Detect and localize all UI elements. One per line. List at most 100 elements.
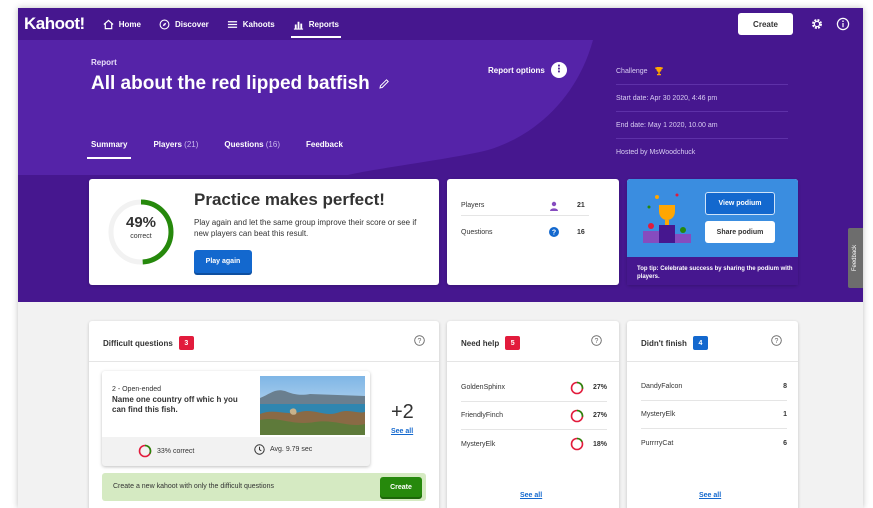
nav-reports-label: Reports: [308, 19, 339, 29]
question-avg-text: Avg. 9.79 sec: [270, 446, 313, 453]
list-item[interactable]: MysteryElk 1: [641, 401, 787, 429]
correct-ring-icon: [138, 444, 152, 458]
nav-kahoots-label: Kahoots: [242, 19, 275, 29]
share-podium-button[interactable]: Share podium: [705, 221, 775, 243]
tab-questions[interactable]: Questions (16): [224, 140, 280, 159]
players-stat: Players 21: [461, 196, 589, 216]
kahoot-logo[interactable]: Kahoot!: [24, 14, 85, 34]
tab-players[interactable]: Players (21): [153, 140, 198, 159]
questions-stat: Questions ? 16: [461, 222, 589, 242]
list-item[interactable]: PurrrryCat 6: [641, 429, 787, 457]
difficult-questions-card: Difficult questions 3 ? 2 - Open-ended N…: [89, 321, 439, 508]
player-score: 27%: [592, 412, 607, 419]
difficult-see-all-link[interactable]: See all: [391, 428, 413, 435]
difficult-count-badge: 3: [178, 336, 194, 350]
tab-feedback[interactable]: Feedback: [306, 140, 343, 159]
report-tabs: Summary Players (21) Questions (16) Feed…: [86, 140, 343, 159]
nav-reports[interactable]: Reports: [290, 8, 342, 40]
list-icon: [227, 20, 237, 28]
list-item[interactable]: MysteryElk 18%: [461, 430, 607, 458]
report-title[interactable]: All about the red lipped batfish: [91, 73, 390, 95]
stats-card: Players 21 Questions ? 16: [447, 179, 619, 285]
create-difficult-text: Create a new kahoot with only the diffic…: [113, 483, 274, 490]
card-divider: [447, 361, 619, 362]
nav-discover[interactable]: Discover: [159, 8, 209, 40]
person-icon: [550, 201, 558, 211]
challenge-label: Challenge: [616, 67, 648, 75]
card-divider: [627, 361, 798, 362]
score-ring-icon: [570, 381, 584, 395]
report-info-panel: Challenge Start date: Apr 30 2020, 4:46 …: [616, 58, 788, 166]
end-date: End date: May 1 2020, 10.00 am: [616, 112, 788, 139]
pencil-icon[interactable]: [378, 78, 390, 90]
report-options-label: Report options: [488, 65, 545, 75]
view-podium-button[interactable]: View podium: [705, 192, 775, 215]
tab-questions-count: (16): [265, 140, 280, 149]
create-button[interactable]: Create: [738, 13, 793, 35]
tab-questions-label: Questions: [224, 140, 264, 149]
top-navigation: Kahoot! Home Discover Kahoots Reports Cr…: [18, 8, 863, 40]
report-label: Report: [91, 58, 117, 67]
tab-players-label: Players: [153, 140, 182, 149]
tab-players-count: (21): [184, 140, 199, 149]
podium-card: View podium Share podium Top tip: Celebr…: [627, 179, 798, 285]
tab-feedback-label: Feedback: [306, 140, 343, 149]
question-correct-stat: 33% correct: [138, 444, 194, 458]
nav-home-label: Home: [118, 19, 141, 29]
help-circle-icon[interactable]: ?: [414, 335, 425, 346]
didnt-finish-count-badge: 4: [692, 336, 708, 350]
questions-stat-value: 16: [577, 228, 585, 236]
need-help-count-badge: 5: [505, 336, 521, 350]
correct-percentage-donut: [108, 199, 174, 265]
didnt-finish-card: Didn't finish 4 ? DandyFalcon 8 MysteryE…: [627, 321, 798, 508]
difficult-questions-title: Difficult questions: [103, 338, 173, 348]
didnt-finish-see-all-link[interactable]: See all: [699, 492, 721, 499]
difficult-question-card[interactable]: 2 - Open-ended Name one country off whic…: [102, 371, 370, 466]
podium-tip: Top tip: Celebrate success by sharing th…: [637, 266, 793, 280]
player-score: 18%: [592, 440, 607, 448]
info-icon[interactable]: [836, 17, 850, 31]
summary-title: Practice makes perfect!: [194, 190, 385, 209]
players-stat-value: 21: [577, 202, 585, 209]
players-stat-label: Players: [461, 202, 485, 209]
didnt-finish-title: Didn't finish: [641, 338, 687, 348]
need-help-header: Need help 5: [461, 336, 521, 350]
question-card-top: 2 - Open-ended Name one country off whic…: [102, 371, 370, 437]
feedback-side-tab-label: Feedback: [852, 244, 859, 272]
list-item[interactable]: FriendlyFinch 27%: [461, 402, 607, 430]
play-again-button[interactable]: Play again: [194, 250, 252, 273]
player-name: MysteryElk: [461, 440, 496, 448]
question-text: Name one country off whic h you can find…: [112, 395, 238, 414]
bar-chart-icon: [293, 21, 303, 30]
start-date: Start date: Apr 30 2020, 4:46 pm: [616, 85, 788, 112]
need-help-title: Need help: [461, 338, 500, 348]
host-info: Hosted by MsWoodchuck: [616, 149, 696, 156]
trophy-icon: [654, 67, 663, 76]
report-options-button[interactable]: Report options ⋮: [488, 62, 567, 78]
help-circle-icon[interactable]: ?: [591, 335, 602, 346]
score-ring-icon: [570, 409, 584, 423]
tab-summary[interactable]: Summary: [86, 140, 132, 159]
questions-stat-label: Questions: [461, 228, 493, 236]
question-type: 2 - Open-ended: [112, 386, 162, 393]
list-item[interactable]: GoldenSphinx 27%: [461, 374, 607, 402]
feedback-side-tab[interactable]: Feedback: [848, 228, 863, 288]
help-circle-icon[interactable]: ?: [771, 335, 782, 346]
question-image-island: [260, 376, 365, 435]
difficult-questions-header: Difficult questions 3: [103, 336, 194, 350]
podium-banner: View podium Share podium: [627, 179, 798, 257]
player-name: FriendlyFinch: [461, 412, 504, 419]
nav-kahoots[interactable]: Kahoots: [227, 8, 275, 40]
gear-icon[interactable]: [810, 17, 824, 31]
summary-card: 49% correct Practice makes perfect! Play…: [89, 179, 439, 285]
need-help-see-all-link[interactable]: See all: [520, 492, 542, 499]
correct-percentage: 49%: [125, 214, 157, 231]
card-divider: [89, 361, 439, 362]
nav-home[interactable]: Home: [103, 8, 141, 40]
clock-icon: [254, 444, 265, 455]
didnt-finish-header: Didn't finish 4: [641, 336, 708, 350]
unanswered-count: 1: [783, 411, 787, 418]
more-questions-count: +2: [391, 401, 414, 423]
create-difficult-button[interactable]: Create: [380, 477, 422, 497]
list-item[interactable]: DandyFalcon 8: [641, 373, 787, 401]
